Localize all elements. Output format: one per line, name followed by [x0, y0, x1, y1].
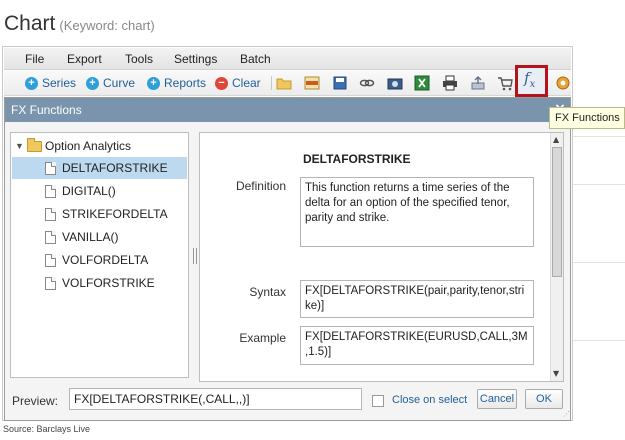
dialog-title: FX Functions — [11, 103, 82, 117]
menu-batch[interactable]: Batch — [240, 52, 271, 66]
plus-icon: + — [86, 76, 99, 90]
tree-item-strikefordelta[interactable]: STRIKEFORDELTA — [12, 203, 187, 225]
print-icon[interactable] — [442, 75, 458, 91]
scroll-up-icon[interactable]: ▲ — [553, 135, 559, 144]
divider — [573, 184, 625, 185]
menu-file[interactable]: File — [25, 52, 44, 66]
fx-functions-button[interactable]: fx — [515, 65, 548, 97]
document-icon — [45, 207, 56, 221]
cart-icon[interactable] — [497, 75, 513, 91]
source-note: Source: Barclays Live — [3, 424, 91, 434]
function-name: DELTAFORSTRIKE — [303, 152, 411, 166]
detail-scrollbar[interactable]: ▲ ▼ — [550, 133, 563, 381]
tree-item-label: DIGITAL() — [62, 184, 116, 198]
document-icon — [45, 230, 56, 244]
series-label: Series — [42, 76, 77, 90]
save-icon[interactable] — [332, 75, 348, 91]
example-label: Example — [239, 331, 286, 345]
reports-button[interactable]: + Reports — [147, 75, 206, 91]
function-tree: ▼ Option Analytics DELTAFORSTRIKE DIGITA… — [10, 132, 189, 378]
background-panel — [573, 46, 625, 421]
curve-label: Curve — [103, 76, 136, 90]
toolbar-divider — [271, 76, 272, 90]
document-icon — [45, 276, 56, 290]
menu-settings[interactable]: Settings — [174, 52, 217, 66]
ok-button[interactable]: OK — [525, 389, 563, 409]
syntax-label: Syntax — [249, 285, 286, 299]
toolbar: + Series + Curve + Reports − Clear — [4, 70, 571, 96]
resize-grip-icon[interactable]: ⋰ — [563, 410, 570, 418]
tree-root-option-analytics[interactable]: ▼ Option Analytics — [15, 137, 131, 155]
tree-root-label: Option Analytics — [45, 139, 132, 153]
excel-icon[interactable] — [414, 75, 430, 91]
fx-icon: fx — [524, 69, 535, 90]
tree-item-volfordelta[interactable]: VOLFORDELTA — [12, 249, 187, 271]
clear-button[interactable]: − Clear — [215, 75, 261, 91]
tree-item-vanilla[interactable]: VANILLA() — [12, 226, 187, 248]
tree-item-deltaforstrike[interactable]: DELTAFORSTRIKE — [12, 157, 187, 179]
definition-text: This function returns a time series of t… — [300, 177, 534, 247]
definition-label: Definition — [235, 179, 286, 193]
dialog-title-bar: FX Functions — [5, 98, 570, 122]
function-detail-panel: DELTAFORSTRIKE Definition This function … — [199, 132, 564, 382]
plus-icon: + — [25, 76, 38, 90]
fx-functions-dialog: FX Functions × ▼ Option Analytics DELTAF… — [4, 97, 571, 421]
page-title-text: Chart — [4, 12, 56, 35]
scroll-down-icon[interactable]: ▼ — [553, 369, 559, 378]
reports-label: Reports — [164, 76, 207, 90]
tree-item-label: DELTAFORSTRIKE — [62, 161, 168, 175]
document-icon — [45, 161, 56, 175]
preview-input[interactable]: FX[DELTAFORSTRIKE(,CALL,,)] — [69, 388, 362, 410]
syntax-text: FX[DELTAFORSTRIKE(pair,parity,tenor,stri… — [300, 280, 534, 318]
camera-icon[interactable] — [387, 75, 403, 91]
folder-icon[interactable] — [276, 75, 292, 91]
share-icon[interactable] — [470, 75, 486, 91]
tree-item-label: STRIKEFORDELTA — [62, 207, 168, 221]
menu-bar: File Export Tools Settings Batch — [4, 48, 571, 70]
document-icon — [45, 253, 56, 267]
divider — [573, 136, 625, 137]
minus-icon: − — [215, 76, 228, 90]
curve-button[interactable]: + Curve — [86, 75, 135, 91]
close-on-select-label[interactable]: Close on select — [392, 394, 467, 406]
menu-tools[interactable]: Tools — [125, 52, 153, 66]
fx-icon-x: x — [529, 79, 536, 90]
divider — [573, 262, 625, 263]
clear-label: Clear — [232, 76, 261, 90]
expand-triangle-icon[interactable]: ▼ — [15, 141, 27, 151]
example-text: FX[DELTAFORSTRIKE(EURUSD,CALL,3M,1.5)] — [300, 326, 534, 365]
document-icon — [45, 184, 56, 198]
tree-item-label: VOLFORDELTA — [62, 253, 149, 267]
folder-icon — [27, 137, 42, 152]
tree-item-label: VOLFORSTRIKE — [62, 276, 155, 290]
gear-icon[interactable] — [555, 75, 571, 91]
series-button[interactable]: + Series — [25, 75, 76, 91]
cancel-button[interactable]: Cancel — [477, 389, 517, 409]
page-keyword: (Keyword: chart) — [59, 18, 155, 33]
tsp-icon[interactable] — [304, 75, 320, 91]
preview-label: Preview: — [12, 394, 59, 408]
tree-item-volforstrike[interactable]: VOLFORSTRIKE — [12, 272, 187, 294]
close-on-select-checkbox[interactable] — [372, 395, 384, 407]
plus-icon: + — [147, 76, 160, 90]
link-icon[interactable] — [359, 75, 375, 91]
tree-item-label: VANILLA() — [62, 230, 119, 244]
scrollbar-thumb[interactable] — [552, 147, 562, 277]
tree-item-digital[interactable]: DIGITAL() — [12, 180, 187, 202]
panel-splitter-handle[interactable] — [193, 248, 197, 264]
menu-export[interactable]: Export — [67, 52, 102, 66]
divider — [573, 340, 625, 341]
page-title: Chart (Keyword: chart) — [4, 12, 155, 36]
